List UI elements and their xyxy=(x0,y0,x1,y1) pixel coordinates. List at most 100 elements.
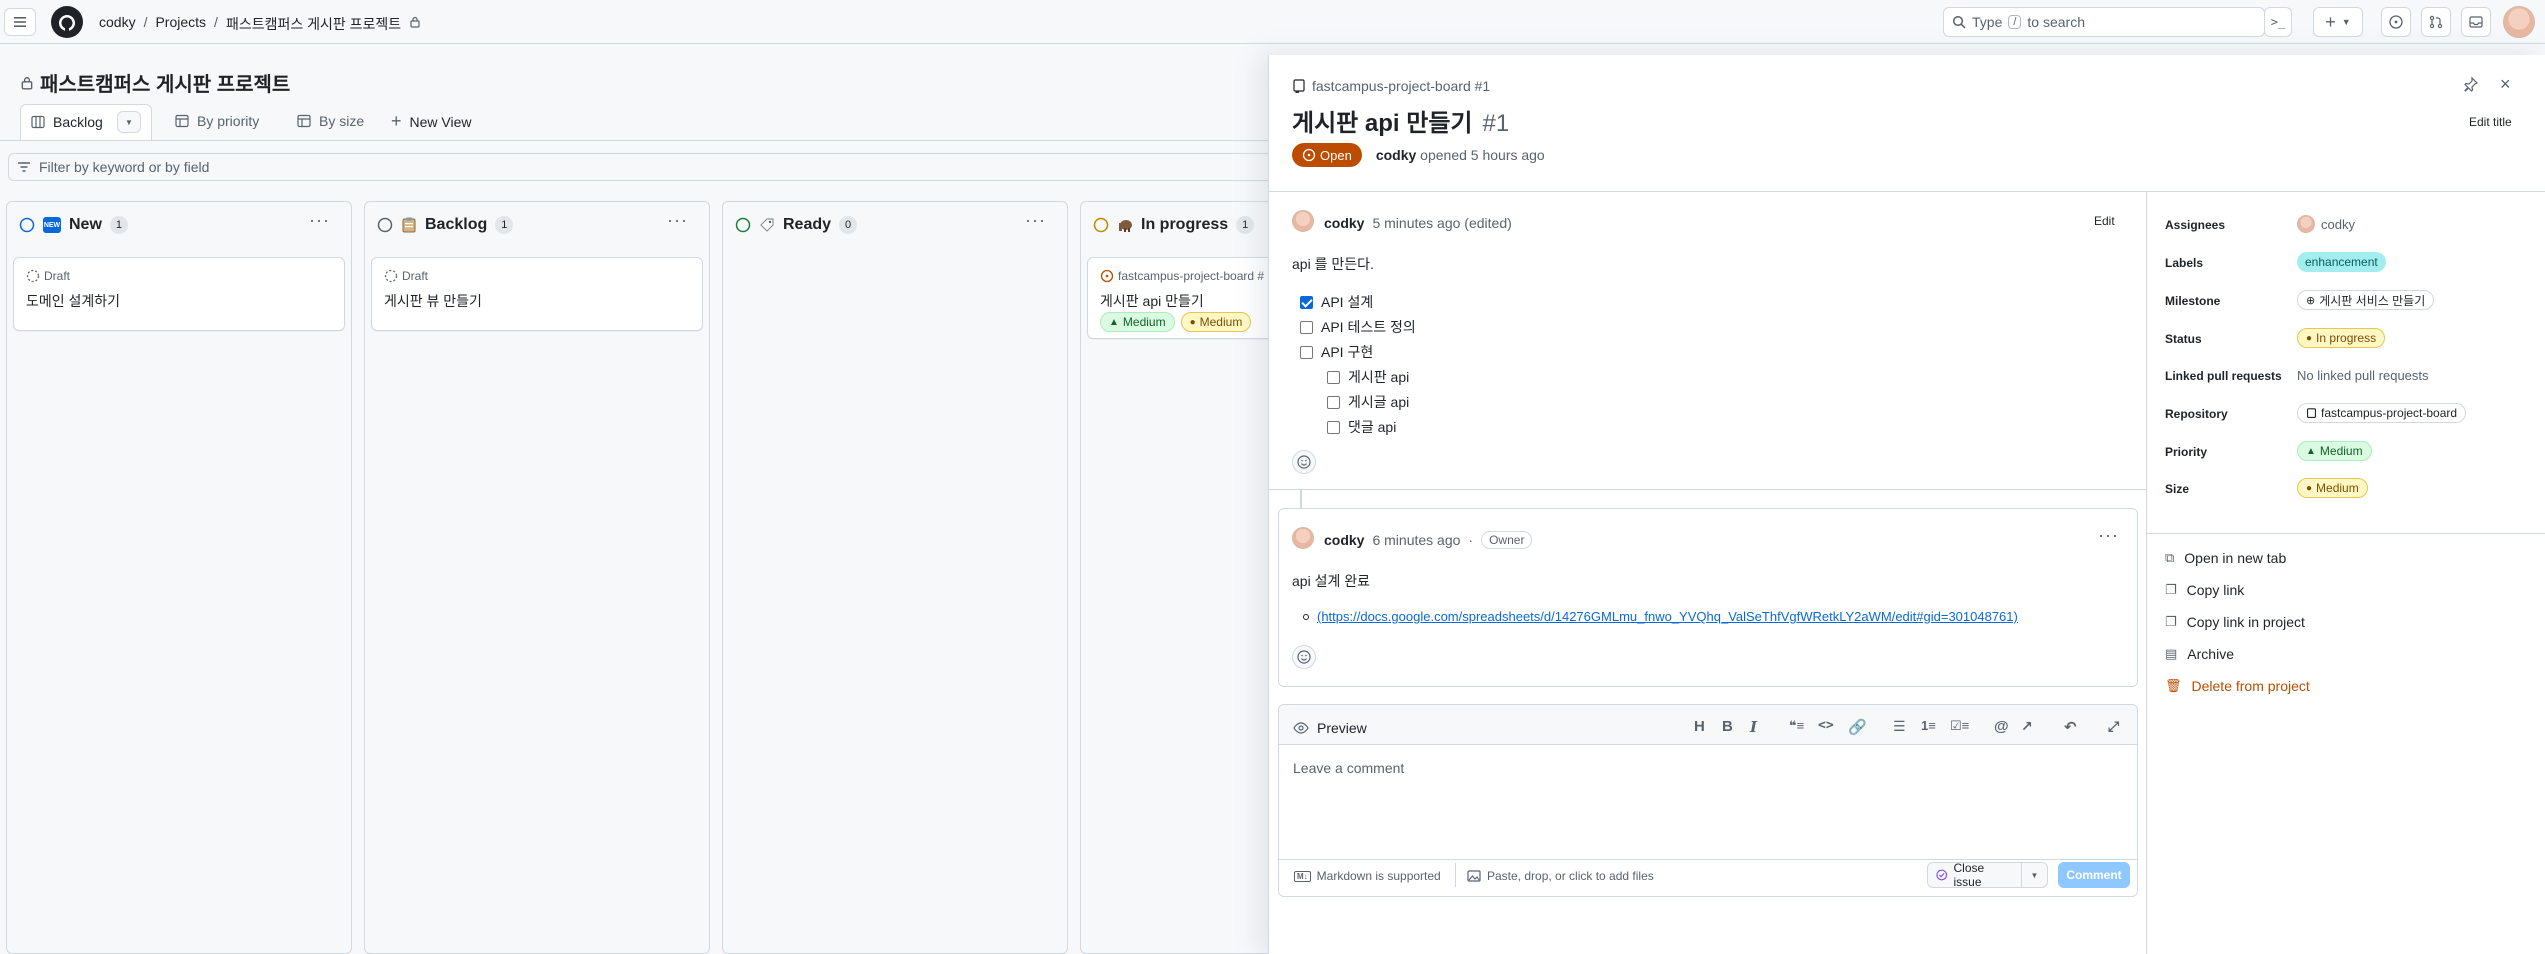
priority-value[interactable]: ▲ Medium xyxy=(2297,441,2372,461)
task-item: API 테스트 정의 xyxy=(1300,317,1416,337)
attach-files-button[interactable]: Paste, drop, or click to add files xyxy=(1467,869,1654,883)
card-title[interactable]: 게시판 뷰 만들기 xyxy=(384,291,482,311)
breadcrumb-project[interactable]: 패스트캠퍼스 게시판 프로젝트 xyxy=(226,14,401,34)
search-input[interactable]: Type / to search xyxy=(1943,7,2265,37)
field-label-priority: Priority xyxy=(2165,445,2208,459)
author-avatar[interactable] xyxy=(1292,527,1314,549)
repository-value[interactable]: fastcampus-project-board xyxy=(2297,403,2467,423)
mention-icon[interactable]: @ xyxy=(1994,718,2009,735)
filter-input[interactable]: Filter by keyword or by field xyxy=(8,153,1268,181)
tab-by-size[interactable]: By size xyxy=(297,113,364,129)
comment-menu-button[interactable]: ··· xyxy=(2098,525,2119,546)
issues-button[interactable] xyxy=(2381,7,2411,37)
issue-repo-ref[interactable]: fastcampus-project-board #1 xyxy=(1292,78,1490,94)
task-checkbox[interactable] xyxy=(1327,370,1340,384)
view-options-button[interactable]: ▼ xyxy=(117,111,141,133)
pin-button[interactable] xyxy=(2463,76,2479,95)
assignee-value[interactable]: codky xyxy=(2297,215,2355,233)
comment-author[interactable]: codky xyxy=(1324,532,1364,548)
pull-requests-button[interactable] xyxy=(2421,7,2451,37)
card-title[interactable]: 게시판 api 만들기 xyxy=(1100,291,1204,311)
breadcrumb-owner[interactable]: codky xyxy=(99,14,136,34)
copy-link-in-project-button[interactable]: ❐ Copy link in project xyxy=(2165,614,2305,630)
board-card[interactable]: Draft 도메인 설계하기 xyxy=(13,257,345,331)
elephant-icon: ● xyxy=(1189,316,1196,328)
link-icon[interactable]: 🔗 xyxy=(1848,718,1867,736)
add-reaction-button[interactable] xyxy=(1292,450,1316,474)
add-reaction-button[interactable] xyxy=(1292,645,1316,669)
cross-reference-icon[interactable]: ↗ xyxy=(2021,718,2033,735)
fullscreen-icon[interactable]: ⤢ xyxy=(2108,718,2119,735)
status-badge: Open xyxy=(1292,143,1362,167)
menu-button[interactable] xyxy=(4,8,36,36)
user-avatar[interactable] xyxy=(2503,6,2535,38)
task-checkbox[interactable] xyxy=(1300,295,1313,309)
close-panel-button[interactable]: × xyxy=(2500,74,2511,95)
tab-backlog[interactable]: Backlog ▼ xyxy=(20,104,152,140)
code-icon[interactable]: <> xyxy=(1818,718,1834,733)
create-new-button[interactable]: + ▼ xyxy=(2313,7,2363,37)
edit-title-button[interactable]: Edit title xyxy=(2469,115,2512,129)
board-card[interactable]: Draft 게시판 뷰 만들기 xyxy=(371,257,703,331)
comment-submit-button[interactable]: Comment xyxy=(2058,862,2130,888)
body-divider xyxy=(1268,489,2146,490)
spreadsheet-link[interactable]: (https://docs.google.com/spreadsheets/d/… xyxy=(1317,609,2018,624)
task-checkbox[interactable] xyxy=(1300,320,1313,334)
triangle-down-icon[interactable]: ▼ xyxy=(2022,871,2047,880)
preview-tab[interactable]: Preview xyxy=(1293,720,1367,736)
search-placeholder-post: to search xyxy=(2027,14,2086,30)
status-circle-icon xyxy=(1093,217,1109,233)
breadcrumb-projects[interactable]: Projects xyxy=(155,14,206,34)
archive-button[interactable]: ▤ Archive xyxy=(2165,646,2234,662)
task-list-icon[interactable]: ☑≡ xyxy=(1950,718,1969,734)
smiley-icon xyxy=(1297,455,1311,469)
repo-icon xyxy=(2307,407,2316,418)
quote-icon[interactable]: ❝≡ xyxy=(1789,718,1804,734)
reply-icon[interactable]: ↶ xyxy=(2064,718,2077,736)
table-view-icon xyxy=(175,114,189,128)
status-value[interactable]: ● In progress xyxy=(2297,328,2386,348)
card-title[interactable]: 도메인 설계하기 xyxy=(26,291,120,311)
task-checkbox[interactable] xyxy=(1327,420,1340,434)
elephant-icon: ● xyxy=(2306,332,2313,344)
hamburger-icon xyxy=(14,17,26,27)
task-item: API 구현 xyxy=(1300,342,1373,362)
labels-value[interactable]: enhancement xyxy=(2297,252,2386,272)
column-menu-button[interactable]: ··· xyxy=(1025,210,1046,231)
italic-icon[interactable]: I xyxy=(1750,718,1757,736)
close-issue-button[interactable]: Close issue ▼ xyxy=(1927,861,2048,889)
breadcrumb-separator: / xyxy=(214,14,218,30)
bold-icon[interactable]: B xyxy=(1722,718,1733,735)
column-title: Ready xyxy=(783,216,832,233)
unordered-list-icon[interactable]: ☰ xyxy=(1893,718,1906,735)
task-checkbox[interactable] xyxy=(1300,345,1313,359)
status-circle-icon xyxy=(735,217,751,233)
milestone-value[interactable]: ⊕ 게시판 서비스 만들기 xyxy=(2297,290,2435,310)
board-view-icon xyxy=(31,115,45,129)
search-shortcut-key: / xyxy=(2008,15,2022,29)
card-repo-ref: fastcampus-project-board # xyxy=(1118,269,1265,283)
copy-link-button[interactable]: ❐ Copy link xyxy=(2165,582,2244,598)
issue-author[interactable]: codky xyxy=(1376,147,1416,163)
size-value[interactable]: ● Medium xyxy=(2297,478,2368,498)
heading-icon[interactable]: H xyxy=(1694,718,1705,735)
tab-label: Backlog xyxy=(53,114,103,130)
author-avatar[interactable] xyxy=(1292,210,1314,232)
column-menu-button[interactable]: ··· xyxy=(309,210,330,231)
ordered-list-icon[interactable]: 1≡ xyxy=(1921,718,1936,733)
comment-author[interactable]: codky xyxy=(1324,215,1364,231)
archive-icon: ▤ xyxy=(2165,646,2178,661)
markdown-supported-link[interactable]: M↓ Markdown is supported xyxy=(1294,869,1441,883)
edit-body-button[interactable]: Edit xyxy=(2094,214,2115,228)
github-logo-icon[interactable] xyxy=(51,6,83,38)
column-menu-button[interactable]: ··· xyxy=(667,210,688,231)
open-in-new-tab-button[interactable]: ⧉ Open in new tab xyxy=(2165,550,2286,566)
inbox-button[interactable] xyxy=(2461,7,2491,37)
delete-from-project-button[interactable]: 🗑 Delete from project xyxy=(2165,678,2310,694)
tab-by-priority[interactable]: By priority xyxy=(175,113,259,129)
command-palette-button[interactable]: >_ xyxy=(2264,7,2292,37)
task-checkbox[interactable] xyxy=(1327,395,1340,409)
column-title: New xyxy=(69,216,102,233)
new-view-button[interactable]: + New View xyxy=(391,111,472,132)
comment-textarea[interactable]: Leave a comment xyxy=(1293,760,1404,776)
